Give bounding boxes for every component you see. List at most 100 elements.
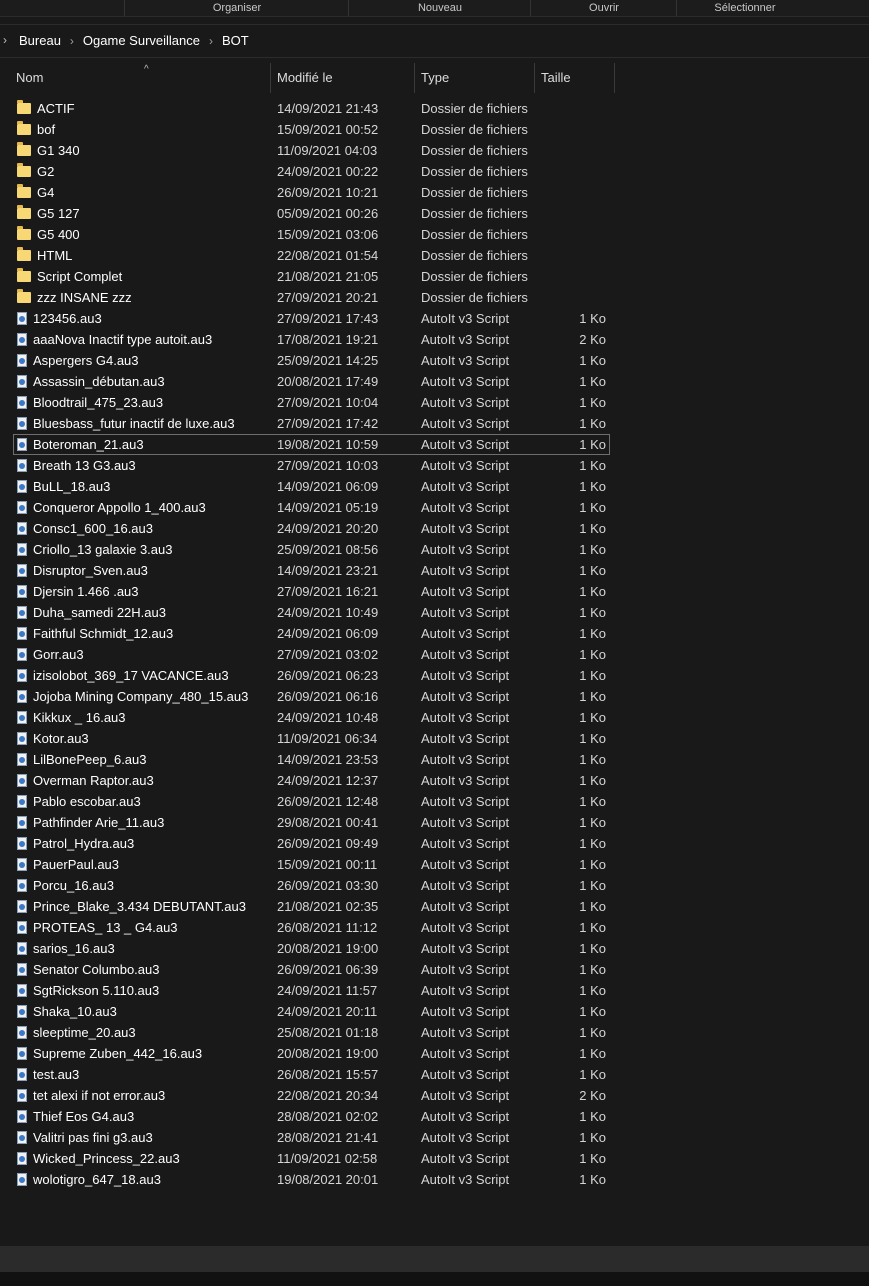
cell-size: 1 Ko xyxy=(579,1109,606,1124)
cell-type: Dossier de fichiers xyxy=(421,206,528,221)
folder-row[interactable]: G2 24/09/2021 00:22 Dossier de fichiers xyxy=(0,161,869,182)
item-name: zzz INSANE zzz xyxy=(37,290,132,305)
column-header-modified[interactable]: Modifié le xyxy=(271,63,415,93)
breadcrumb-bureau[interactable]: Bureau xyxy=(19,33,61,48)
chevron-right-icon[interactable]: › xyxy=(209,34,213,48)
cell-size: 1 Ko xyxy=(579,416,606,431)
folder-row[interactable]: G1 340 11/09/2021 04:03 Dossier de fichier… xyxy=(0,140,869,161)
cell-size: 1 Ko xyxy=(579,626,606,641)
file-row[interactable]: Prince_Blake_3.434 DEBUTANT.au3 21/08/202… xyxy=(0,896,869,917)
file-row[interactable]: Patrol_Hydra.au3 26/09/2021 09:49 AutoIt v… xyxy=(0,833,869,854)
file-row[interactable]: izisolobot_369_17 VACANCE.au3 26/09/2021 … xyxy=(0,665,869,686)
folder-row[interactable]: Script Complet 21/08/2021 21:05 Dossier de… xyxy=(0,266,869,287)
file-row[interactable]: Aspergers G4.au3 25/09/2021 14:25 AutoIt v… xyxy=(0,350,869,371)
file-row[interactable]: Shaka_10.au3 24/09/2021 20:11 AutoIt v3 Sc… xyxy=(0,1001,869,1022)
file-row[interactable]: tet alexi if not error.au3 22/08/2021 20:… xyxy=(0,1085,869,1106)
cell-modified: 21/08/2021 21:05 xyxy=(277,269,379,284)
file-row[interactable]: Jojoba Mining Company_480_15.au3 26/09/20… xyxy=(0,686,869,707)
ribbon-group-selectionner[interactable]: Sélectionner xyxy=(676,0,813,16)
cell-modified: 26/08/2021 11:12 xyxy=(277,920,378,935)
file-row[interactable]: Overman Raptor.au3 24/09/2021 12:37 AutoIt… xyxy=(0,770,869,791)
file-row[interactable]: Bluesbass_futur inactif de luxe.au3 27/09… xyxy=(0,413,869,434)
file-row[interactable]: Kikkux _ 16.au3 24/09/2021 10:48 AutoIt v3… xyxy=(0,707,869,728)
autoit-script-icon xyxy=(17,480,27,494)
file-row[interactable]: Djersin 1.466 .au3 27/09/2021 16:21 AutoIt… xyxy=(0,581,869,602)
file-row[interactable]: Assassin_débutan.au3 20/08/2021 17:49 Auto… xyxy=(0,371,869,392)
item-name: G2 xyxy=(37,164,55,179)
folder-row[interactable]: HTML 22/08/2021 01:54 Dossier de fichiers xyxy=(0,245,869,266)
file-row[interactable]: BuLL_18.au3 14/09/2021 06:09 AutoIt v3 Scr… xyxy=(0,476,869,497)
chevron-right-icon[interactable]: › xyxy=(70,34,74,48)
file-row[interactable]: Thief Eos G4.au3 28/08/2021 02:02 AutoIt v… xyxy=(0,1106,869,1127)
file-row[interactable]: Disruptor_Sven.au3 14/09/2021 23:21 AutoIt… xyxy=(0,560,869,581)
file-row[interactable]: Valitri pas fini g3.au3 28/08/2021 21:41 A… xyxy=(0,1127,869,1148)
file-row[interactable]: 123456.au3 27/09/2021 17:43 AutoIt v3 Scri… xyxy=(0,308,869,329)
file-row[interactable]: Pablo escobar.au3 26/09/2021 12:48 AutoIt … xyxy=(0,791,869,812)
ribbon-group-organiser[interactable]: Organiser xyxy=(124,0,349,16)
file-row[interactable]: Senator Columbo.au3 26/09/2021 06:39 AutoI… xyxy=(0,959,869,980)
cell-modified: 25/09/2021 14:25 xyxy=(277,353,379,368)
file-row[interactable]: PROTEAS_ 13 _ G4.au3 26/08/2021 11:12 Auto… xyxy=(0,917,869,938)
file-row[interactable]: Faithful Schmidt_12.au3 24/09/2021 06:09 A… xyxy=(0,623,869,644)
column-header-size[interactable]: Taille xyxy=(535,63,615,93)
file-row[interactable]: Supreme Zuben_442_16.au3 20/08/2021 19:00… xyxy=(0,1043,869,1064)
file-row[interactable]: Boteroman_21.au3 19/08/2021 10:59 AutoIt v… xyxy=(13,434,610,455)
file-row[interactable]: sarios_16.au3 20/08/2021 19:00 AutoIt v3 S… xyxy=(0,938,869,959)
cell-modified: 11/09/2021 06:34 xyxy=(277,731,378,746)
autoit-script-icon xyxy=(17,669,27,683)
cell-name: 123456.au3 xyxy=(17,308,267,329)
expand-chevron-icon[interactable]: › xyxy=(3,33,7,47)
folder-row[interactable]: G5 127 05/09/2021 00:26 Dossier de fichier… xyxy=(0,203,869,224)
folder-row[interactable]: G5 400 15/09/2021 03:06 Dossier de fichier… xyxy=(0,224,869,245)
file-row[interactable]: Consc1_600_16.au3 24/09/2021 20:20 AutoIt … xyxy=(0,518,869,539)
file-row[interactable]: Kotor.au3 11/09/2021 06:34 AutoIt v3 Scrip… xyxy=(0,728,869,749)
cell-modified: 14/09/2021 05:19 xyxy=(277,500,379,515)
file-row[interactable]: Wicked_Princess_22.au3 11/09/2021 02:58 Au… xyxy=(0,1148,869,1169)
cell-type: Dossier de fichiers xyxy=(421,122,528,137)
autoit-script-icon xyxy=(17,1110,27,1124)
folder-icon xyxy=(17,205,31,220)
cell-name: Supreme Zuben_442_16.au3 xyxy=(17,1043,267,1064)
file-row[interactable]: SgtRickson 5.110.au3 24/09/2021 11:57 Auto… xyxy=(0,980,869,1001)
breadcrumb-ogame-surveillance[interactable]: Ogame Surveillance xyxy=(83,33,200,48)
cell-modified: 15/09/2021 00:11 xyxy=(277,857,378,872)
file-row[interactable]: Pathfinder Arie_11.au3 29/08/2021 00:41 Au… xyxy=(0,812,869,833)
file-row[interactable]: test.au3 26/08/2021 15:57 AutoIt v3 Script… xyxy=(0,1064,869,1085)
cell-modified: 19/08/2021 10:59 xyxy=(277,437,379,452)
item-name: Prince_Blake_3.434 DEBUTANT.au3 xyxy=(33,899,246,914)
column-header-name[interactable]: Nom ^ xyxy=(10,63,271,93)
cell-name: Consc1_600_16.au3 xyxy=(17,518,267,539)
breadcrumb-bot[interactable]: BOT xyxy=(222,33,249,48)
ribbon-group-ouvrir[interactable]: Ouvrir xyxy=(530,0,677,16)
file-row[interactable]: Duha_samedi 22H.au3 24/09/2021 10:49 AutoI… xyxy=(0,602,869,623)
file-row[interactable]: PauerPaul.au3 15/09/2021 00:11 AutoIt v3 S… xyxy=(0,854,869,875)
folder-icon xyxy=(17,226,31,241)
file-row[interactable]: wolotigro_647_18.au3 19/08/2021 20:01 Auto… xyxy=(0,1169,869,1190)
file-row[interactable]: Conqueror Appollo 1_400.au3 14/09/2021 05… xyxy=(0,497,869,518)
folder-row[interactable]: bof 15/09/2021 00:52 Dossier de fichiers xyxy=(0,119,869,140)
file-row[interactable]: Gorr.au3 27/09/2021 03:02 AutoIt v3 Script… xyxy=(0,644,869,665)
folder-row[interactable]: ACTIF 14/09/2021 21:43 Dossier de fichiers xyxy=(0,98,869,119)
cell-name: aaaNova Inactif type autoit.au3 xyxy=(17,329,267,350)
cell-modified: 20/08/2021 19:00 xyxy=(277,1046,379,1061)
folder-row[interactable]: zzz INSANE zzz 27/09/2021 20:21 Dossier de… xyxy=(0,287,869,308)
file-row[interactable]: Breath 13 G3.au3 27/09/2021 10:03 AutoIt v… xyxy=(0,455,869,476)
file-row[interactable]: Criollo_13 galaxie 3.au3 25/09/2021 08:56… xyxy=(0,539,869,560)
file-row[interactable]: Porcu_16.au3 26/09/2021 03:30 AutoIt v3 Sc… xyxy=(0,875,869,896)
file-row[interactable]: sleeptime_20.au3 25/08/2021 01:18 AutoIt v… xyxy=(0,1022,869,1043)
item-name: Patrol_Hydra.au3 xyxy=(33,836,135,851)
horizontal-scrollbar[interactable] xyxy=(0,1246,869,1272)
cell-name: test.au3 xyxy=(17,1064,267,1085)
autoit-script-icon xyxy=(17,1005,27,1019)
cell-size: 1 Ko xyxy=(579,836,606,851)
ribbon-group-nouveau[interactable]: Nouveau xyxy=(348,0,531,16)
file-row[interactable]: aaaNova Inactif type autoit.au3 17/08/202… xyxy=(0,329,869,350)
autoit-script-icon xyxy=(17,375,27,389)
column-header-type[interactable]: Type xyxy=(415,63,535,93)
file-row[interactable]: Bloodtrail_475_23.au3 27/09/2021 10:04 Aut… xyxy=(0,392,869,413)
address-bar[interactable]: › Bureau › Ogame Surveillance › BOT xyxy=(0,24,869,58)
cell-type: Dossier de fichiers xyxy=(421,248,528,263)
cell-name: Aspergers G4.au3 xyxy=(17,350,267,371)
folder-row[interactable]: G4 26/09/2021 10:21 Dossier de fichiers xyxy=(0,182,869,203)
file-row[interactable]: LilBonePeep_6.au3 14/09/2021 23:53 AutoIt … xyxy=(0,749,869,770)
